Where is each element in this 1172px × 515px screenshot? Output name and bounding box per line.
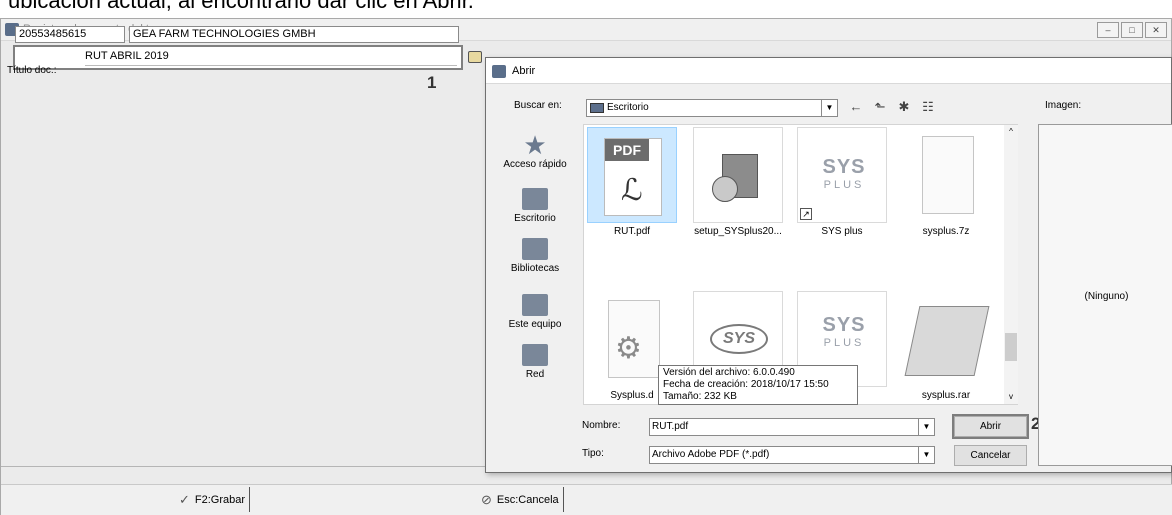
- view-menu-icon[interactable]: ☷: [920, 99, 936, 115]
- browse-folder-icon[interactable]: [468, 51, 482, 63]
- star-icon: ★: [523, 130, 547, 160]
- place-network[interactable]: Red: [494, 344, 576, 380]
- step-marker-1: 1: [427, 73, 437, 92]
- cancel-icon: ⊘: [481, 491, 492, 507]
- check-icon: ✓: [179, 491, 190, 507]
- acrobat-icon: ℒ: [621, 174, 643, 207]
- dialog-titlebar: Abrir: [486, 58, 1171, 84]
- file-label: sysplus.7z: [922, 226, 970, 237]
- doc-title-input[interactable]: RUT ABRIL 2019: [85, 49, 457, 66]
- place-libraries[interactable]: Bibliotecas: [494, 238, 576, 274]
- place-this-pc[interactable]: Este equipo: [494, 294, 576, 330]
- file-tooltip: Versión del archivo: 6.0.0.490 Fecha de …: [658, 365, 858, 405]
- file-type-value: Archivo Adobe PDF (*.pdf): [652, 449, 770, 460]
- file-item-setup[interactable]: setup_SYSplus20...: [691, 127, 785, 237]
- nav-toolbar: ← ⬑ ✱ ☷: [848, 99, 936, 115]
- sys-logo-top: SYS: [822, 156, 866, 178]
- open-file-dialog: Abrir Buscar en: Escritorio ▼ ← ⬑ ✱ ☷ Im…: [485, 57, 1172, 473]
- place-label: Escritorio: [514, 213, 556, 224]
- tooltip-size: Tamaño: 232 KB: [663, 391, 737, 402]
- dialog-icon: [492, 65, 506, 78]
- company-name-field[interactable]: GEA FARM TECHNOLOGIES GMBH: [129, 26, 459, 43]
- file-label: setup_SYSplus20...: [694, 226, 782, 237]
- maximize-button[interactable]: □: [1121, 22, 1143, 38]
- top-caption: ubicación actual, al encontrarlo dar cli…: [8, 0, 474, 13]
- file-name-input[interactable]: RUT.pdf ▼: [649, 418, 935, 436]
- chevron-down-icon[interactable]: ▼: [821, 100, 837, 116]
- places-bar: ★ Acceso rápido Escritorio Bibliotecas E…: [494, 126, 576, 408]
- look-in-value: Escritorio: [607, 102, 649, 113]
- desktop-icon: [522, 188, 548, 210]
- file-label: RUT.pdf: [613, 226, 651, 237]
- blank-file-icon: [901, 127, 991, 223]
- file-name-value: RUT.pdf: [652, 421, 689, 432]
- save-button[interactable]: ✓ F2:Grabar: [179, 487, 251, 512]
- sys-logo-top: SYS: [822, 314, 866, 336]
- sys-logo-bottom: PLUS: [823, 337, 865, 349]
- new-folder-icon[interactable]: ✱: [896, 99, 912, 115]
- dialog-cancel-button[interactable]: Cancelar: [954, 445, 1027, 466]
- place-quick-access[interactable]: ★ Acceso rápido: [494, 130, 576, 170]
- file-type-label: Tipo:: [582, 448, 604, 459]
- file-list: PDF ℒ RUT.pdf setup_SYSplus20... SYS PLU…: [583, 124, 1018, 405]
- cancel-label: Esc:Cancela: [496, 493, 559, 506]
- folder-icon: [590, 103, 604, 113]
- place-label: Bibliotecas: [510, 263, 560, 274]
- installer-icon: [693, 127, 783, 223]
- tooltip-date: Fecha de creación: 2018/10/17 15:50: [663, 379, 829, 390]
- shortcut-arrow-icon: ↗: [800, 208, 812, 220]
- computer-icon: [522, 294, 548, 316]
- place-label: Este equipo: [508, 319, 562, 330]
- scroll-down-icon[interactable]: v: [1004, 390, 1018, 404]
- file-label: SYS plus: [821, 226, 863, 237]
- chevron-down-icon[interactable]: ▼: [918, 419, 934, 435]
- pdf-file-icon: PDF ℒ: [587, 127, 677, 223]
- file-type-select[interactable]: Archivo Adobe PDF (*.pdf) ▼: [649, 446, 935, 464]
- file-item-sysplus-7z[interactable]: sysplus.7z: [899, 127, 993, 237]
- gear-icon: ⚙: [615, 332, 642, 365]
- sys-logo-bottom: PLUS: [823, 179, 865, 191]
- sysplus-shortcut-icon: SYS PLUS ↗: [797, 127, 887, 223]
- look-in-label: Buscar en:: [514, 100, 562, 111]
- close-button[interactable]: ✕: [1145, 22, 1167, 38]
- file-item-sys-plus-shortcut[interactable]: SYS PLUS ↗ SYS plus: [795, 127, 889, 237]
- sys-oval: SYS: [710, 324, 768, 354]
- scroll-up-icon[interactable]: ^: [1004, 125, 1018, 139]
- back-arrow-icon[interactable]: ←: [848, 99, 864, 115]
- scroll-thumb[interactable]: [1005, 333, 1017, 361]
- file-label: sysplus.rar: [921, 390, 971, 401]
- minimize-button[interactable]: –: [1097, 22, 1119, 38]
- place-desktop[interactable]: Escritorio: [494, 188, 576, 224]
- file-item-sysplus-rar[interactable]: sysplus.rar: [899, 291, 993, 401]
- open-button[interactable]: Abrir: [952, 414, 1029, 439]
- preview-label: Imagen:: [1045, 100, 1082, 111]
- tooltip-version: Versión del archivo: 6.0.0.490: [663, 367, 795, 378]
- up-folder-icon[interactable]: ⬑: [872, 99, 888, 115]
- doc-title-label: Título doc.:: [7, 65, 57, 76]
- chevron-down-icon[interactable]: ▼: [918, 447, 934, 463]
- look-in-select[interactable]: Escritorio ▼: [586, 99, 838, 117]
- file-name-label: Nombre:: [582, 420, 621, 431]
- place-label: Red: [525, 369, 545, 380]
- network-icon: [522, 344, 548, 366]
- save-label: F2:Grabar: [194, 493, 246, 506]
- pdf-tag: PDF: [605, 139, 649, 161]
- window-controls: – □ ✕: [1097, 22, 1167, 38]
- cancel-button[interactable]: ⊘ Esc:Cancela: [481, 487, 564, 512]
- file-list-scrollbar[interactable]: ^ v: [1004, 125, 1018, 404]
- dialog-title: Abrir: [512, 65, 536, 77]
- libraries-icon: [522, 238, 548, 260]
- statusbar: ✓ F2:Grabar ⊘ Esc:Cancela: [1, 484, 1172, 515]
- preview-value: (Ninguno): [1084, 291, 1129, 302]
- notepad-icon: [901, 291, 991, 387]
- file-item-rut-pdf[interactable]: PDF ℒ RUT.pdf: [585, 127, 679, 237]
- ruc-field[interactable]: 20553485615: [15, 26, 125, 43]
- preview-pane: (Ninguno): [1038, 124, 1172, 466]
- place-label: Acceso rápido: [503, 159, 567, 170]
